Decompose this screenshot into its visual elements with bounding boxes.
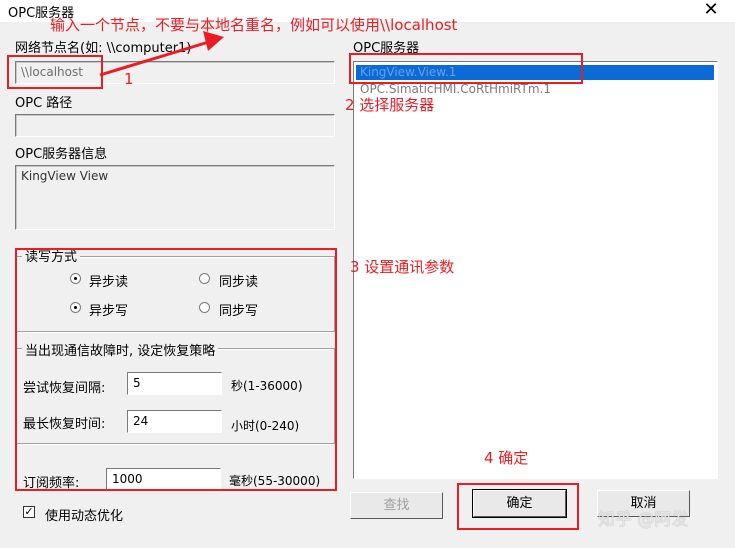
annotation-2-box [349, 53, 583, 84]
annotation-arrow-icon [99, 31, 224, 77]
annotation-4-text: 4 确定 [484, 449, 529, 467]
find-button[interactable]: 查找 [350, 492, 443, 519]
close-icon[interactable]: ✕ [700, 0, 722, 20]
dynamic-opt-label: 使用动态优化 [45, 509, 124, 524]
path-label: OPC 路径 [15, 96, 73, 111]
annotation-4-box [457, 483, 579, 530]
watermark: 知乎 @阿发 [598, 510, 689, 530]
path-input[interactable] [15, 114, 335, 137]
info-box: KingView View [15, 165, 335, 230]
annotation-2-text: 2 选择服务器 [345, 96, 435, 114]
annotation-3-box [15, 248, 337, 491]
dynamic-opt-checkbox[interactable]: ✓ [23, 506, 35, 518]
annotation-3-text: 3 设置通讯参数 [350, 258, 455, 276]
info-label: OPC服务器信息 [15, 147, 108, 162]
annotation-1-box [7, 55, 103, 89]
